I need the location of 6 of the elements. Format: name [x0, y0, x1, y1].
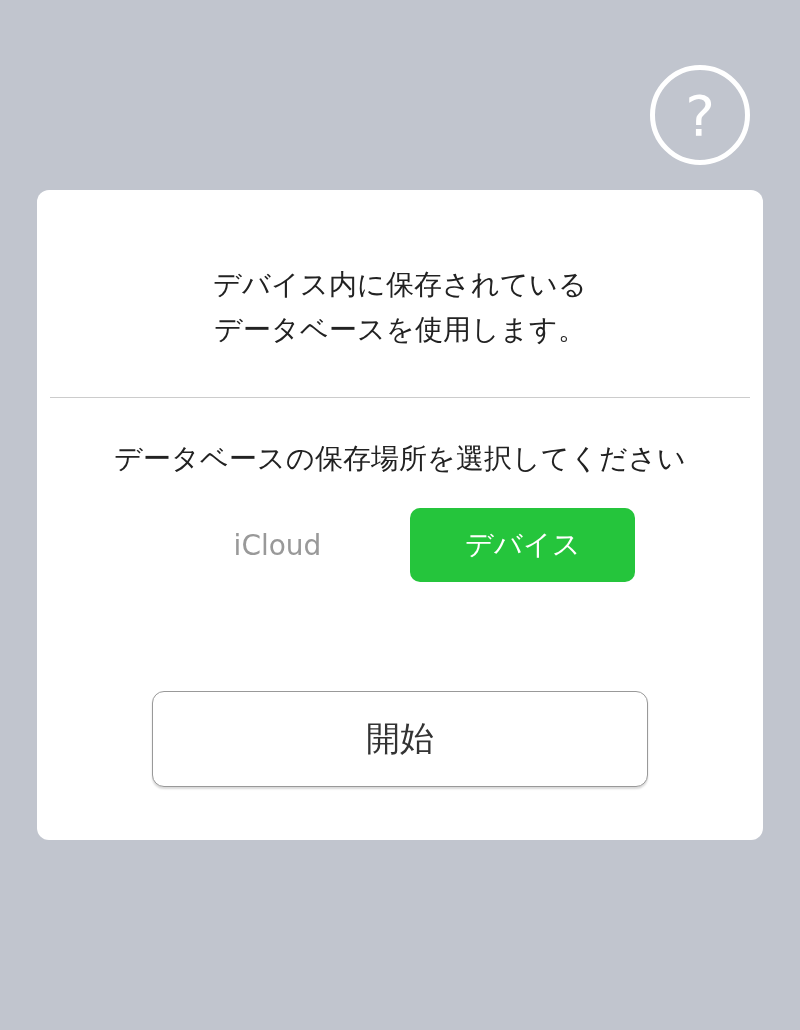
- prompt-text: データベースの保存場所を選択してください: [114, 441, 686, 477]
- start-button[interactable]: 開始: [152, 691, 648, 787]
- storage-option[interactable]: デバイス: [410, 508, 635, 582]
- help-button[interactable]: ?: [650, 65, 750, 165]
- message-text: デバイス内に保存されている データベースを使用します。: [213, 267, 587, 348]
- storage-option[interactable]: iCloud: [165, 508, 390, 582]
